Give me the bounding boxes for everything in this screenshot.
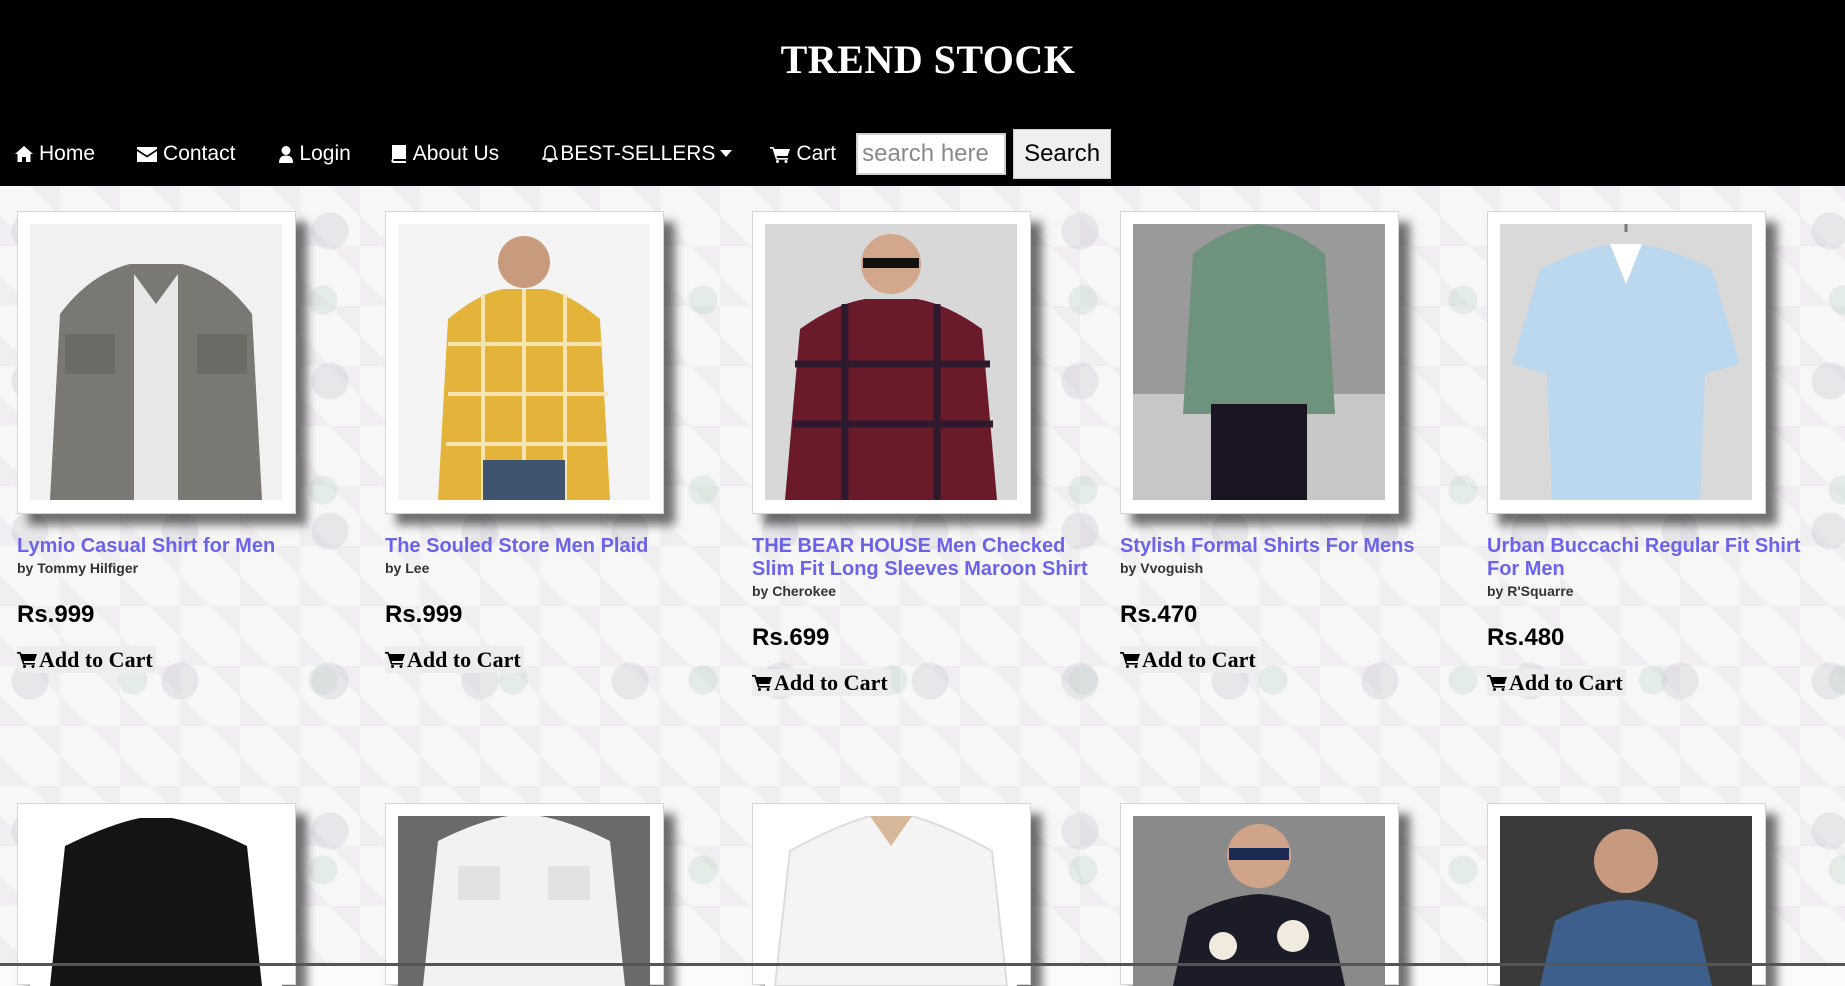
product-price: Rs.999 [17,601,95,628]
product-info: THE BEAR HOUSE Men Checked Slim Fit Long… [752,535,1092,697]
cart-icon [1487,675,1507,691]
nav-cart[interactable]: Cart [770,134,836,174]
product-photo [30,816,282,986]
product-info: Urban Buccachi Regular Fit Shirt For Men… [1487,535,1827,697]
product-brand: by Cherokee [752,583,837,599]
nav-best-label: BEST-SELLERS [560,142,716,165]
shirt-shape [785,299,997,500]
nav-login[interactable]: Login [279,134,351,174]
product-photo [1500,816,1752,986]
product-photo [30,224,282,500]
product-price: Rs.999 [385,601,463,628]
product-photo [765,816,1017,986]
nav-about-us[interactable]: About Us [391,134,499,174]
add-to-cart-label: Add to Cart [39,647,153,672]
cart-icon [770,146,791,163]
product-image-frame[interactable] [17,211,296,514]
site-header: TREND STOCK Home Contact Login About Us … [0,0,1845,186]
product-brand: by Vvoguish [1120,560,1204,576]
product-image-frame[interactable] [752,803,1031,986]
product-photo [1133,224,1385,500]
product-info: Stylish Formal Shirts For Mens by Vvogui… [1120,535,1460,674]
sunglasses [1229,848,1289,860]
product-image-frame[interactable] [1487,211,1766,514]
add-to-cart-label: Add to Cart [1509,670,1623,695]
nav-about-label: About Us [412,142,500,165]
home-icon [15,146,33,162]
product-title-link[interactable]: Lymio Casual Shirt for Men [17,535,357,558]
product-title-link[interactable]: Urban Buccachi Regular Fit Shirt For Men [1487,535,1827,581]
product-photo [765,224,1017,500]
site-title: TREND STOCK [780,37,1076,82]
envelope-icon [137,146,158,162]
product-image-frame[interactable] [752,211,1031,514]
add-to-cart-button[interactable]: Add to Cart [752,669,891,696]
search-input[interactable] [856,133,1007,175]
product-title-link[interactable]: Stylish Formal Shirts For Mens [1120,535,1460,558]
main-nav: Home Contact Login About Us BEST-SELLERS… [0,128,1845,180]
cart-icon [17,652,37,668]
product-grid: Lymio Casual Shirt for Men by Tommy Hilf… [0,186,1845,986]
product-photo [398,224,650,500]
add-to-cart-label: Add to Cart [407,647,521,672]
product-image-frame[interactable] [1120,211,1399,514]
sunglasses [863,258,919,268]
product-image-frame[interactable] [1487,803,1766,986]
add-to-cart-label: Add to Cart [1142,647,1256,672]
model-head [498,236,550,288]
nav-home[interactable]: Home [15,134,95,174]
nav-cart-label: Cart [796,142,837,165]
product-title-link[interactable]: THE BEAR HOUSE Men Checked Slim Fit Long… [752,535,1092,581]
product-image-frame[interactable] [1120,803,1399,986]
model-head [1594,829,1658,893]
product-title-link[interactable]: The Souled Store Men Plaid [385,535,725,558]
product-price: Rs.699 [752,624,830,651]
bell-icon [542,145,559,163]
product-brand: by Tommy Hilfiger [17,560,139,576]
user-icon [279,145,294,163]
add-to-cart-button[interactable]: Add to Cart [385,646,524,673]
product-brand: by R'Squarre [1487,583,1574,599]
product-info: Lymio Casual Shirt for Men by Tommy Hilf… [17,535,357,674]
product-image-frame[interactable] [385,803,664,986]
shirt-shape [50,818,262,986]
add-to-cart-button[interactable]: Add to Cart [17,646,156,673]
product-price: Rs.480 [1487,624,1565,651]
cart-icon [385,652,405,668]
product-brand: by Lee [385,560,430,576]
product-image-frame[interactable] [17,803,296,986]
book-icon [391,145,406,163]
shirt-shape [423,816,625,986]
product-photo [1133,816,1385,986]
nav-login-label: Login [299,142,351,165]
nav-contact-label: Contact [163,142,236,165]
add-to-cart-button[interactable]: Add to Cart [1120,646,1259,673]
nav-home-label: Home [39,142,96,165]
nav-contact[interactable]: Contact [137,134,235,174]
search-button[interactable]: Search [1013,129,1112,179]
product-image-frame[interactable] [385,211,664,514]
cart-icon [1120,652,1140,668]
shirt-shape [1183,224,1335,414]
caret-down-icon [720,150,733,157]
inner-tee [134,274,178,500]
add-to-cart-button[interactable]: Add to Cart [1487,669,1626,696]
trousers [1211,404,1307,500]
add-to-cart-label: Add to Cart [774,670,888,695]
product-info: The Souled Store Men Plaid by Lee Rs.999… [385,535,725,674]
cart-icon [752,675,772,691]
product-photo [1500,224,1752,500]
product-photo [398,816,650,986]
nav-best-sellers-dropdown[interactable]: BEST-SELLERS [542,134,733,174]
product-price: Rs.470 [1120,601,1198,628]
